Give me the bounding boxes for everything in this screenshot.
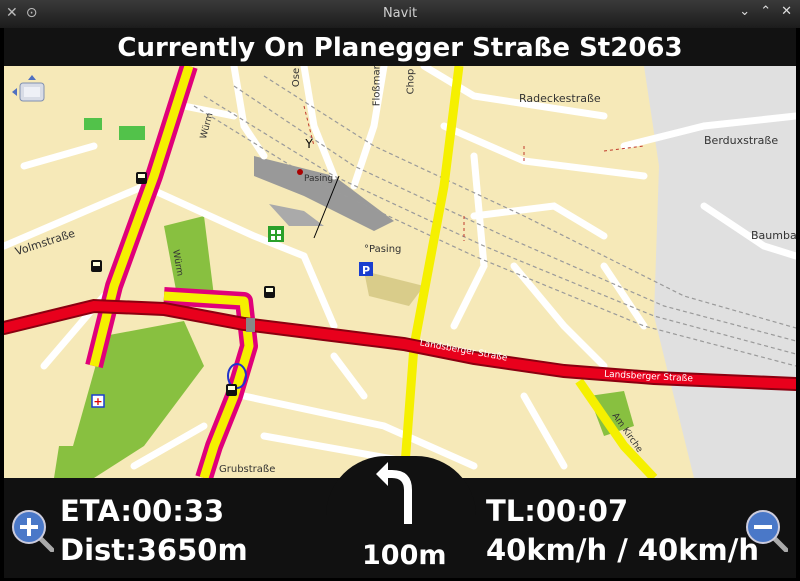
svg-text:P: P xyxy=(362,264,370,277)
titlebar-right-controls: ⌄ ⌃ ✕ xyxy=(729,4,792,19)
zoom-out-icon[interactable] xyxy=(744,508,788,552)
map-label: Baumba xyxy=(751,229,796,242)
window-titlebar: ✕ ⊙ Navit ⌄ ⌃ ✕ xyxy=(0,0,800,28)
map-label: Berduxstraße xyxy=(704,134,779,147)
speed-label: 40km/h / 40km/h xyxy=(486,533,759,567)
zoom-in-icon[interactable] xyxy=(10,508,54,552)
map-pan-control[interactable] xyxy=(12,75,52,109)
map-label: Radeckestraße xyxy=(519,92,601,105)
current-street-label: Currently On Planegger Straße St2063 xyxy=(117,33,683,63)
map-canvas: P + Y xyxy=(4,66,796,478)
map-label: Ose xyxy=(291,67,303,88)
current-street-bar: Currently On Planegger Straße St2063 xyxy=(4,28,796,66)
map-label: Floßmann xyxy=(371,66,383,107)
map-label: Chop xyxy=(405,68,417,95)
map-view[interactable]: P + Y Radeckestraße Berduxstraße Baumba … xyxy=(4,66,796,478)
svg-text:+: + xyxy=(93,395,102,408)
close-icon[interactable]: ✕ xyxy=(781,4,792,19)
maximize-icon[interactable]: ⌃ xyxy=(760,4,771,19)
turn-left-arrow-icon xyxy=(376,462,412,524)
turn-distance: 100m xyxy=(362,540,447,571)
minimize-icon[interactable]: ⌄ xyxy=(739,4,750,19)
map-label: °Pasing xyxy=(364,244,402,255)
time-left-label: TL:00:07 xyxy=(486,494,629,528)
map-label: Pasing xyxy=(304,174,334,184)
map-label: Grubstraße xyxy=(219,464,276,475)
distance-label: Dist:3650m xyxy=(60,533,248,567)
svg-text:Y: Y xyxy=(304,137,313,151)
eta-label: ETA:00:33 xyxy=(60,494,225,528)
window-title: Navit xyxy=(382,6,418,21)
